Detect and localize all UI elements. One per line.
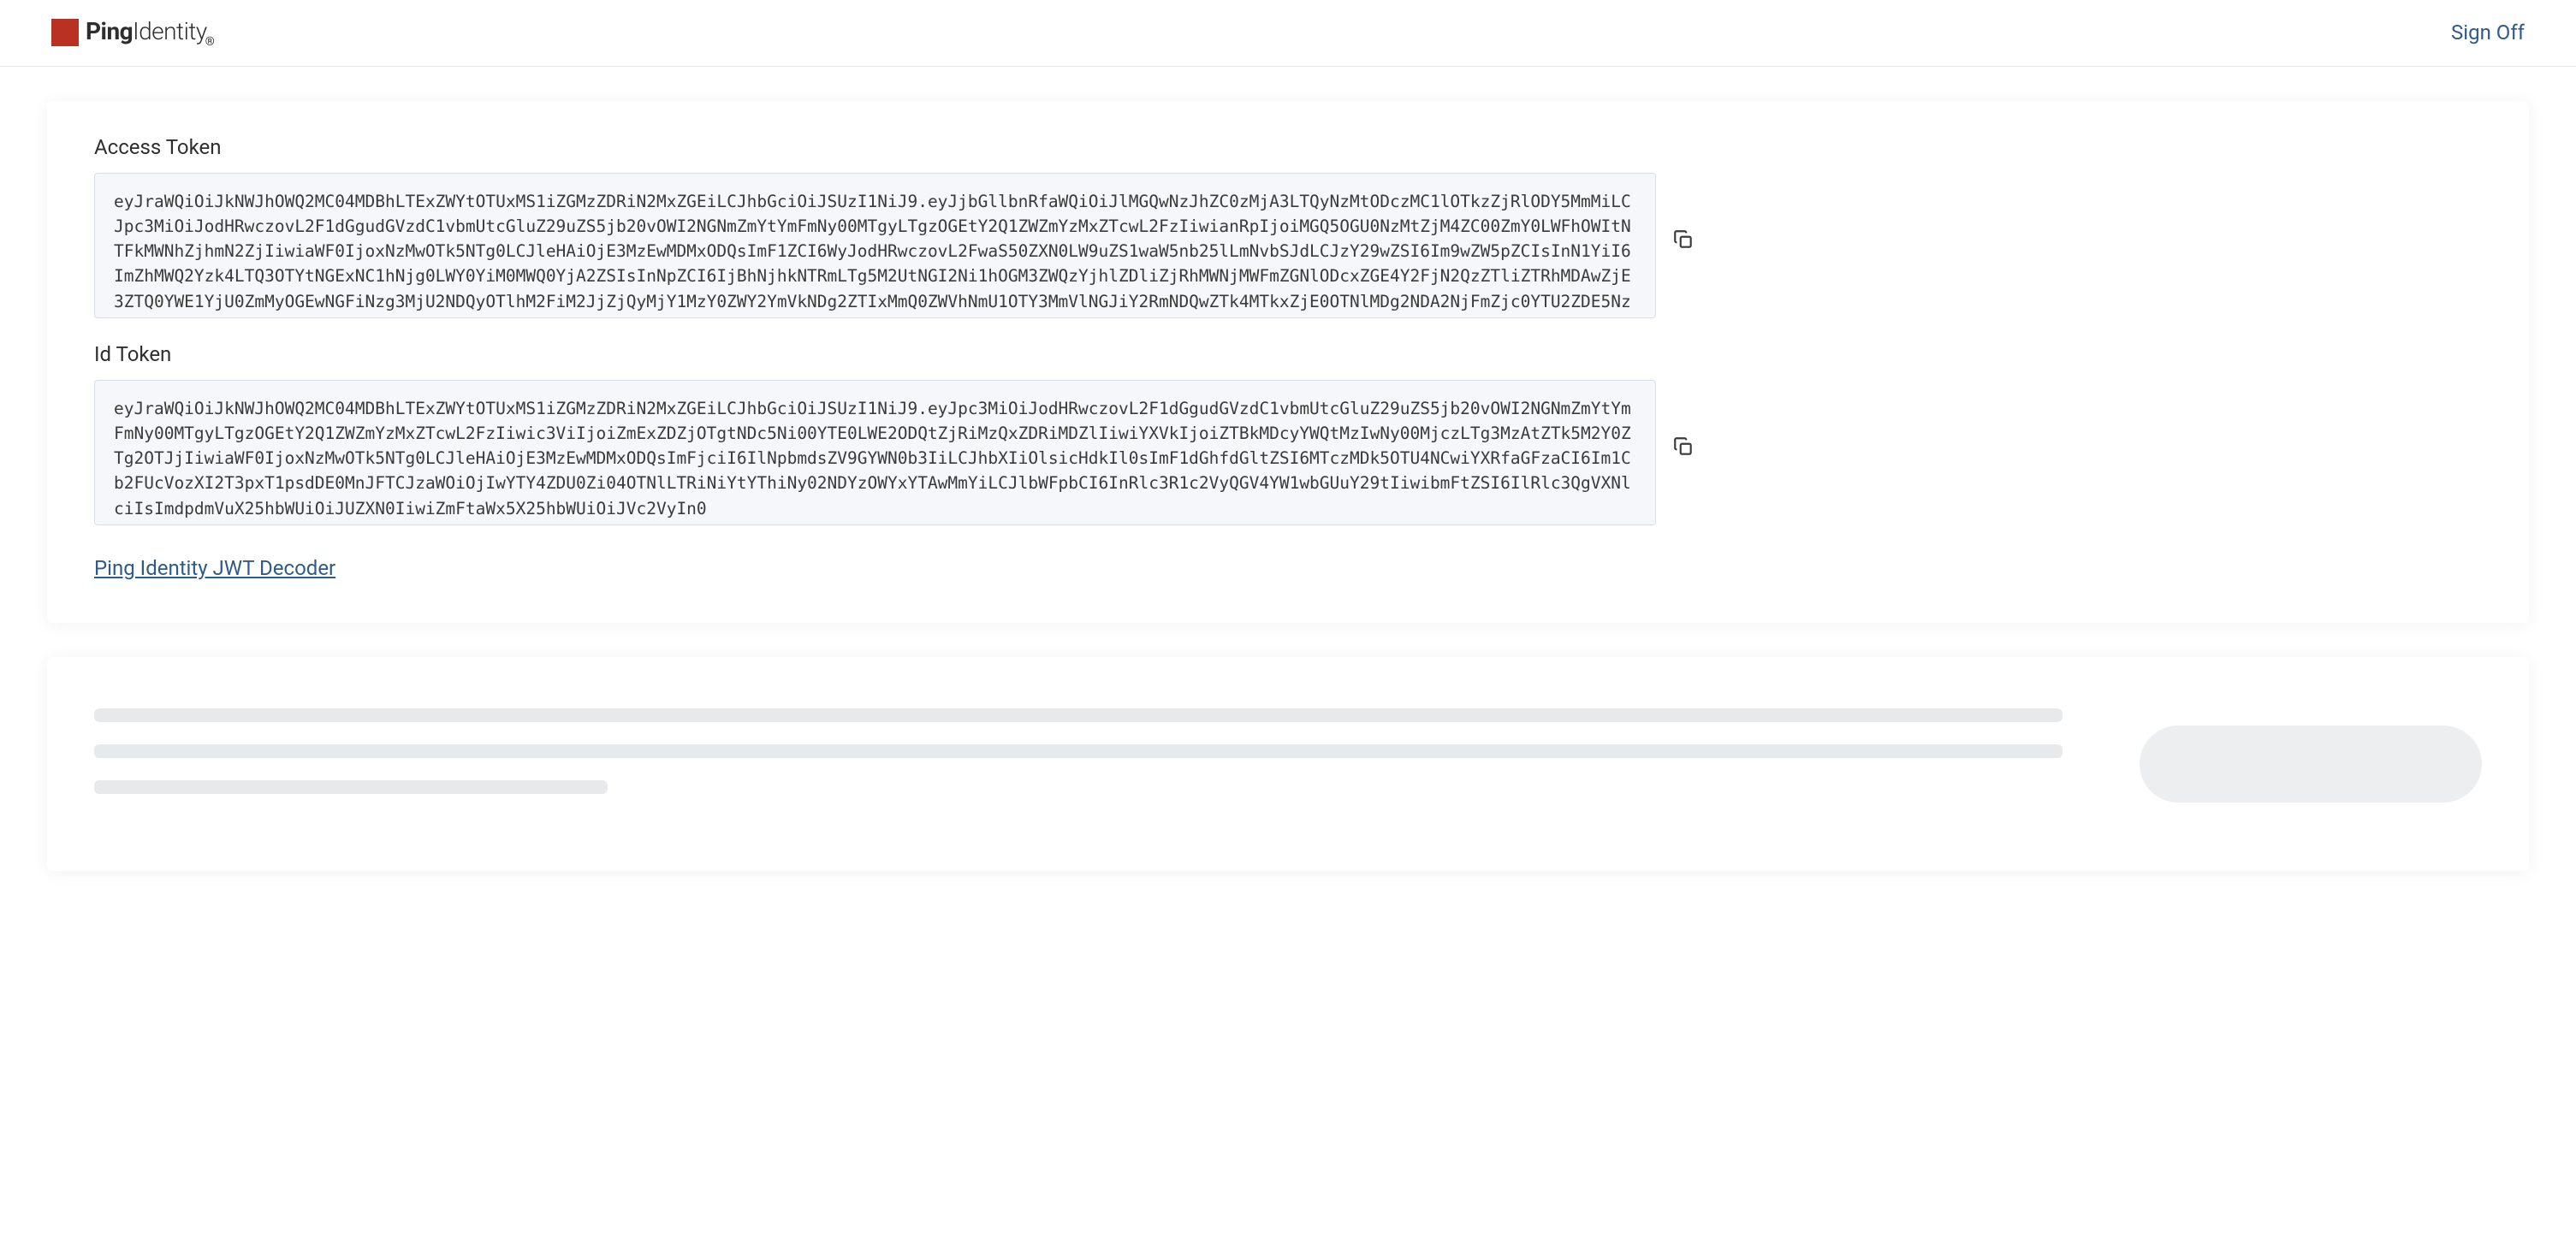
skeleton-button: [2140, 726, 2482, 803]
jwt-decoder-link[interactable]: Ping Identity JWT Decoder: [94, 556, 335, 580]
access-token-value: eyJraWQiOiJkNWJhOWQ2MC04MDBhLTExZWYtOTUx…: [94, 173, 1656, 318]
copy-id-token-button[interactable]: [1666, 430, 1701, 464]
page-header: PingIdentity® Sign Off: [0, 0, 2576, 67]
access-token-row: eyJraWQiOiJkNWJhOWQ2MC04MDBhLTExZWYtOTUx…: [94, 173, 2482, 318]
copy-icon: [1672, 435, 1695, 458]
content-area: Access Token eyJraWQiOiJkNWJhOWQ2MC04MDB…: [0, 67, 2576, 922]
skeleton-line: [94, 780, 608, 794]
signoff-link[interactable]: Sign Off: [2451, 21, 2525, 44]
brand-logo-text: PingIdentity®: [86, 17, 214, 49]
skeleton-line: [94, 744, 2063, 758]
brand-light: Identity: [133, 17, 207, 45]
copy-icon: [1672, 228, 1695, 251]
brand-logo-mark: [51, 19, 79, 46]
id-token-label: Id Token: [94, 342, 2482, 366]
id-token-value: eyJraWQiOiJkNWJhOWQ2MC04MDBhLTExZWYtOTUx…: [94, 380, 1656, 525]
brand-logo: PingIdentity®: [51, 17, 214, 49]
copy-access-token-button[interactable]: [1666, 222, 1701, 257]
id-token-row: eyJraWQiOiJkNWJhOWQ2MC04MDBhLTExZWYtOTUx…: [94, 380, 2482, 525]
skeleton-line: [94, 708, 2063, 722]
brand-dot: ®: [205, 35, 215, 49]
brand-bold: Ping: [86, 17, 133, 45]
loading-card: [47, 657, 2529, 871]
access-token-label: Access Token: [94, 135, 2482, 159]
loading-lines: [94, 708, 2105, 794]
tokens-card: Access Token eyJraWQiOiJkNWJhOWQ2MC04MDB…: [47, 101, 2529, 623]
